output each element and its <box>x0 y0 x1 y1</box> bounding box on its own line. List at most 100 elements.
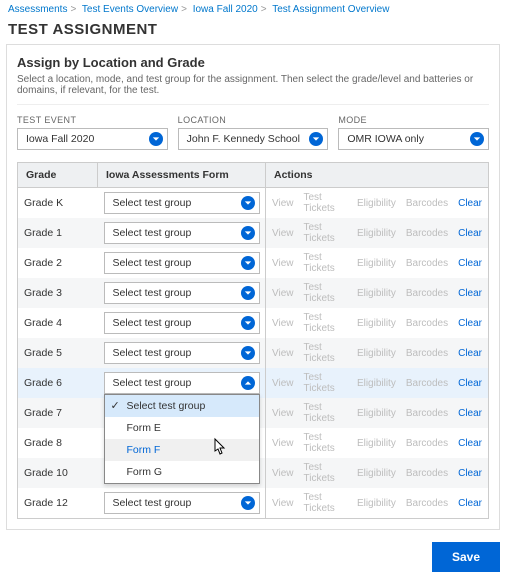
grade-cell: Grade 7 <box>18 398 98 428</box>
table-row: Grade 3 Select test group View Test Tickets… <box>18 278 489 308</box>
table-row: Grade 4Select test groupViewTest Tickets… <box>18 308 489 338</box>
location-select[interactable]: John F. Kennedy School <box>178 128 329 150</box>
form-dropdown[interactable]: Select test groupForm EForm FForm G <box>104 394 260 484</box>
actions-cell: ViewTest TicketsEligibilityBarcodesClear <box>266 428 489 458</box>
eligibility-action: Eligibility <box>357 468 396 479</box>
test-event-label: TEST EVENT <box>17 115 168 125</box>
tickets-action: Test Tickets <box>304 312 347 334</box>
grade-cell: Grade 12 <box>18 488 98 519</box>
clear-action[interactable]: Clear <box>458 348 482 359</box>
barcodes-action: Barcodes <box>406 258 448 269</box>
eligibility-action: Eligibility <box>357 408 396 419</box>
form-select[interactable]: Select test group <box>104 222 260 244</box>
form-select[interactable]: Select test group <box>104 192 260 214</box>
form-cell: Select test group <box>98 488 266 519</box>
form-select[interactable]: Select test group <box>104 372 260 394</box>
clear-action[interactable]: Clear <box>458 318 482 329</box>
grade-cell: Grade 10 <box>18 458 98 488</box>
barcodes-action: Barcodes <box>406 408 448 419</box>
actions-cell: ViewTest TicketsEligibilityBarcodesClear <box>266 308 489 338</box>
eligibility-action: Eligibility <box>357 438 396 449</box>
filter-row: TEST EVENT Iowa Fall 2020 LOCATION John … <box>17 115 489 150</box>
form-select-value: Select test group <box>113 317 192 329</box>
barcodes-action: Barcodes <box>406 438 448 449</box>
barcodes-action: Barcodes <box>406 288 448 299</box>
tickets-action: Test Tickets <box>304 432 347 454</box>
form-select[interactable]: Select test group <box>104 282 260 304</box>
form-cell: Select test group <box>98 278 266 308</box>
form-select-value: Select test group <box>113 227 192 239</box>
clear-action[interactable]: Clear <box>458 378 482 389</box>
test-event-select[interactable]: Iowa Fall 2020 <box>17 128 168 150</box>
barcodes-action: Barcodes <box>406 348 448 359</box>
view-action: View <box>272 228 294 239</box>
breadcrumb-link[interactable]: Test Assignment Overview <box>272 4 389 15</box>
breadcrumb-link[interactable]: Assessments <box>8 4 67 15</box>
dropdown-option[interactable]: Form E <box>105 417 259 439</box>
eligibility-action: Eligibility <box>357 378 396 389</box>
form-select[interactable]: Select test group <box>104 252 260 274</box>
clear-action[interactable]: Clear <box>458 228 482 239</box>
actions-cell: ViewTest TicketsEligibilityBarcodesClear <box>266 338 489 368</box>
clear-action[interactable]: Clear <box>458 468 482 479</box>
clear-action[interactable]: Clear <box>458 498 482 509</box>
form-select[interactable]: Select test group <box>104 342 260 364</box>
grade-cell: Grade 8 <box>18 428 98 458</box>
save-button[interactable]: Save <box>432 542 500 572</box>
form-select-value: Select test group <box>113 257 192 269</box>
chevron-down-icon <box>309 132 323 146</box>
clear-action[interactable]: Clear <box>458 258 482 269</box>
dropdown-option[interactable]: Form F <box>105 439 259 461</box>
view-action: View <box>272 408 294 419</box>
tickets-action: Test Tickets <box>304 462 347 484</box>
column-header-actions: Actions <box>266 163 489 188</box>
chevron-up-icon <box>241 376 255 390</box>
form-cell: Select test group <box>98 338 266 368</box>
view-action: View <box>272 288 294 299</box>
actions-cell: View Test Tickets Eligibility Barcodes Clear <box>266 398 489 428</box>
breadcrumb: Assessments> Test Events Overview> Iowa … <box>0 0 506 19</box>
breadcrumb-link[interactable]: Test Events Overview <box>82 4 178 15</box>
location-value: John F. Kennedy School <box>187 133 300 145</box>
column-header-grade: Grade <box>18 163 98 188</box>
actions-cell: ViewTest TicketsEligibilityBarcodesClear <box>266 458 489 488</box>
column-header-form: Iowa Assessments Form <box>98 163 266 188</box>
tickets-action: Test Tickets <box>304 282 347 304</box>
clear-action[interactable]: Clear <box>458 198 482 209</box>
chevron-down-icon <box>241 226 255 240</box>
mode-label: MODE <box>338 115 489 125</box>
clear-action[interactable]: Clear <box>458 438 482 449</box>
form-select-value: Select test group <box>113 347 192 359</box>
mode-select[interactable]: OMR IOWA only <box>338 128 489 150</box>
grade-cell: Grade K <box>18 188 98 219</box>
clear-action[interactable]: Clear <box>458 288 482 299</box>
assign-card: Assign by Location and Grade Select a lo… <box>6 44 500 530</box>
clear-action[interactable]: Clear <box>458 408 482 419</box>
eligibility-action: Eligibility <box>357 288 396 299</box>
chevron-down-icon <box>149 132 163 146</box>
dropdown-option[interactable]: Select test group <box>105 395 259 417</box>
barcodes-action: Barcodes <box>406 228 448 239</box>
table-row: Grade KSelect test groupViewTest Tickets… <box>18 188 489 219</box>
actions-cell: ViewTest TicketsEligibilityBarcodesClear <box>266 218 489 248</box>
barcodes-action: Barcodes <box>406 468 448 479</box>
dropdown-option[interactable]: Form G <box>105 461 259 483</box>
breadcrumb-link[interactable]: Iowa Fall 2020 <box>193 4 258 15</box>
tickets-action: Test Tickets <box>304 402 347 424</box>
tickets-action: Test Tickets <box>304 372 347 394</box>
actions-cell: ViewTest TicketsEligibilityBarcodesClear <box>266 368 489 398</box>
form-select[interactable]: Select test group <box>104 312 260 334</box>
grade-cell: Grade 3 <box>18 278 98 308</box>
barcodes-action: Barcodes <box>406 198 448 209</box>
form-select-value: Select test group <box>113 377 192 389</box>
eligibility-action: Eligibility <box>357 198 396 209</box>
actions-cell: ViewTest TicketsEligibilityBarcodesClear <box>266 488 489 519</box>
section-hint: Select a location, mode, and test group … <box>17 74 489 105</box>
eligibility-action: Eligibility <box>357 228 396 239</box>
tickets-action: Test Tickets <box>304 342 347 364</box>
eligibility-action: Eligibility <box>357 498 396 509</box>
chevron-down-icon <box>241 286 255 300</box>
form-select-value: Select test group <box>113 287 192 299</box>
view-action: View <box>272 378 294 389</box>
grade-cell: Grade 1 <box>18 218 98 248</box>
